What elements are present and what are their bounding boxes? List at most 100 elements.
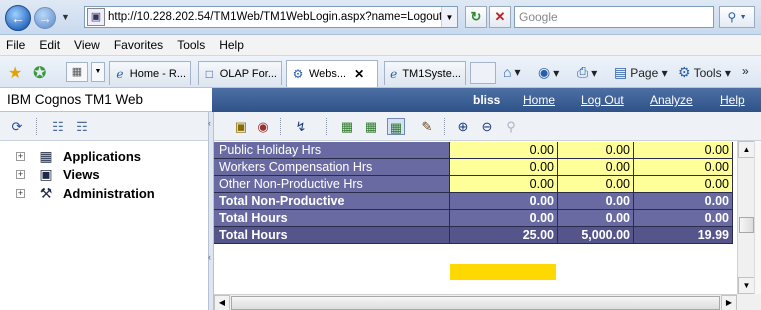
menu-file[interactable]: File [6,38,25,52]
expand-tree-icon[interactable]: ☷ [49,118,67,135]
search-input[interactable]: Google [514,6,714,28]
sandbox-icon[interactable]: ◉ [254,118,272,135]
address-bar[interactable]: ▣ http://10.228.202.54/TM1Web/TM1WebLogi… [84,6,458,28]
menu-favorites[interactable]: Favorites [114,38,163,52]
websheet-icon: ⚙ [292,67,304,81]
excel-view-icon[interactable]: ▦ [387,118,405,135]
stop-button[interactable]: ✕ [489,6,511,28]
app-title: IBM Cognos TM1 Web [0,88,212,112]
collapse-left-icon[interactable]: ‹ [208,118,211,128]
print-command[interactable]: ⎙ ▾ [577,64,597,81]
tab-tm1system[interactable]: ℯ TM1Syste... [384,61,466,85]
zoom-out-icon[interactable]: ⊖ [478,118,496,135]
zoom-in-icon[interactable]: ⊕ [454,118,472,135]
horizontal-scroll-thumb[interactable] [231,296,720,310]
administration-icon: ⚒ [39,185,53,201]
grid-cell[interactable]: 0.00 [634,159,733,176]
vertical-scrollbar[interactable]: ▲ ▼ [737,141,755,294]
grid-cell[interactable]: 0.00 [558,159,634,176]
grid-cell[interactable]: 0.00 [558,142,634,159]
grid-row: Other Non-Productive Hrs 0.00 0.00 0.00 [214,176,733,193]
tab-label: TM1Syste... [402,67,461,80]
save-data-icon[interactable]: ▣ [232,118,250,135]
scroll-left-icon[interactable]: ◀ [214,295,230,310]
expand-icon[interactable]: + [16,188,25,198]
collapse-left-icon[interactable]: ‹ [208,252,211,262]
vertical-scroll-thumb[interactable] [739,217,754,233]
edit-note-icon[interactable]: ✎ [418,118,436,135]
tree-label: Applications [63,148,142,164]
refresh-icon[interactable]: ⟳ [8,118,26,135]
address-toolbar: ← → ▼ ▣ http://10.228.202.54/TM1Web/TM1W… [0,0,761,35]
tab-olap[interactable]: □ OLAP For... [198,61,282,85]
menu-edit[interactable]: Edit [39,38,60,52]
back-button[interactable]: ← [5,5,31,31]
grid-cell[interactable]: 0.00 [634,142,733,159]
grid-row: Public Holiday Hrs 0.00 0.00 0.00 [214,142,733,159]
scroll-up-icon[interactable]: ▲ [738,141,755,158]
ie-page-icon: ℯ [390,66,398,81]
zoom-reset-icon[interactable]: ⚲ [502,118,520,135]
recent-pages-dropdown-icon[interactable]: ▼ [61,12,70,22]
grid-cell[interactable]: 0.00 [450,142,558,159]
applications-icon: ▦ [39,148,53,164]
grid-cell: 25.00 [450,227,558,244]
address-url[interactable]: http://10.228.202.54/TM1Web/TM1WebLogin.… [108,11,441,23]
favorites-star-icon[interactable]: ★ [8,63,22,83]
search-button[interactable]: ⚲ ▼ [719,6,755,28]
address-dropdown-icon[interactable]: ▼ [441,7,457,27]
grid-cell[interactable]: 0.00 [634,176,733,193]
toolbar-separator [36,118,37,135]
tab-websheet[interactable]: ⚙ Webs... ✕ [286,60,378,87]
new-tab-button[interactable] [470,62,496,84]
row-header: Total Non-Productive [214,193,450,210]
menu-view[interactable]: View [74,38,100,52]
export-excel-icon[interactable]: ▦ [338,118,356,135]
close-tab-icon[interactable]: ✕ [354,67,364,81]
scroll-down-icon[interactable]: ▼ [738,277,755,294]
horizontal-scrollbar[interactable]: ◀ ▶ [214,294,737,310]
tools-menu-label: Tools [693,65,722,80]
menu-help[interactable]: Help [219,38,244,52]
highlight-cell[interactable] [450,264,556,280]
expand-icon[interactable]: + [16,151,25,161]
refresh-button[interactable]: ↻ [465,6,487,28]
toolbar-separator [280,118,281,135]
home-link[interactable]: Home [523,93,555,107]
grid-cell[interactable]: 0.00 [450,159,558,176]
tab-list-dropdown[interactable]: ▼ [91,62,105,82]
forward-button[interactable]: → [34,7,56,29]
feeds-command[interactable]: ◉ ▾ [538,64,559,81]
tm1-nav-bar: bliss Home Log Out Analyze Help [212,88,761,112]
add-favorite-icon[interactable]: ✪ [33,63,46,83]
toolbar-separator [326,118,327,135]
logout-link[interactable]: Log Out [581,93,624,107]
page-menu[interactable]: ▤ Page ▾ [614,64,668,81]
tools-menu[interactable]: ⚙ Tools ▾ [678,64,731,81]
help-link[interactable]: Help [720,93,745,107]
analyze-link[interactable]: Analyze [650,93,693,107]
expand-icon[interactable]: + [16,169,25,179]
tree-label: Views [63,166,100,182]
recalculate-icon[interactable]: ↯ [292,118,310,135]
chevron-more-icon[interactable]: » [742,64,749,78]
collapse-tree-icon[interactable]: ☶ [73,118,91,135]
grid-cell: 19.99 [634,227,733,244]
grid-cell[interactable]: 0.00 [450,176,558,193]
scroll-right-icon[interactable]: ▶ [721,295,737,310]
menu-tools[interactable]: Tools [177,38,205,52]
grid-row: Total Non-Productive 0.00 0.00 0.00 [214,193,733,210]
quick-tabs-button[interactable]: ▦ [66,62,88,82]
tab-bar: ★ ✪ ▦ ▼ ℯ Home - R... □ OLAP For... ⚙ We… [0,56,761,88]
tree-item-administration[interactable]: + ⚒ Administration [0,184,155,202]
grid-cell[interactable]: 0.00 [558,176,634,193]
tab-label: OLAP For... [219,67,277,80]
home-command[interactable]: ⌂ ▾ [503,64,521,80]
tab-home[interactable]: ℯ Home - R... [109,61,191,85]
scrollbar-corner [737,294,761,310]
row-header: Workers Compensation Hrs [214,159,450,176]
ie-page-icon: ℯ [116,66,124,81]
tree-item-views[interactable]: + ▣ Views [0,165,100,183]
export-slice-icon[interactable]: ▦ [362,118,380,135]
tree-item-applications[interactable]: + ▦ Applications [0,147,141,165]
